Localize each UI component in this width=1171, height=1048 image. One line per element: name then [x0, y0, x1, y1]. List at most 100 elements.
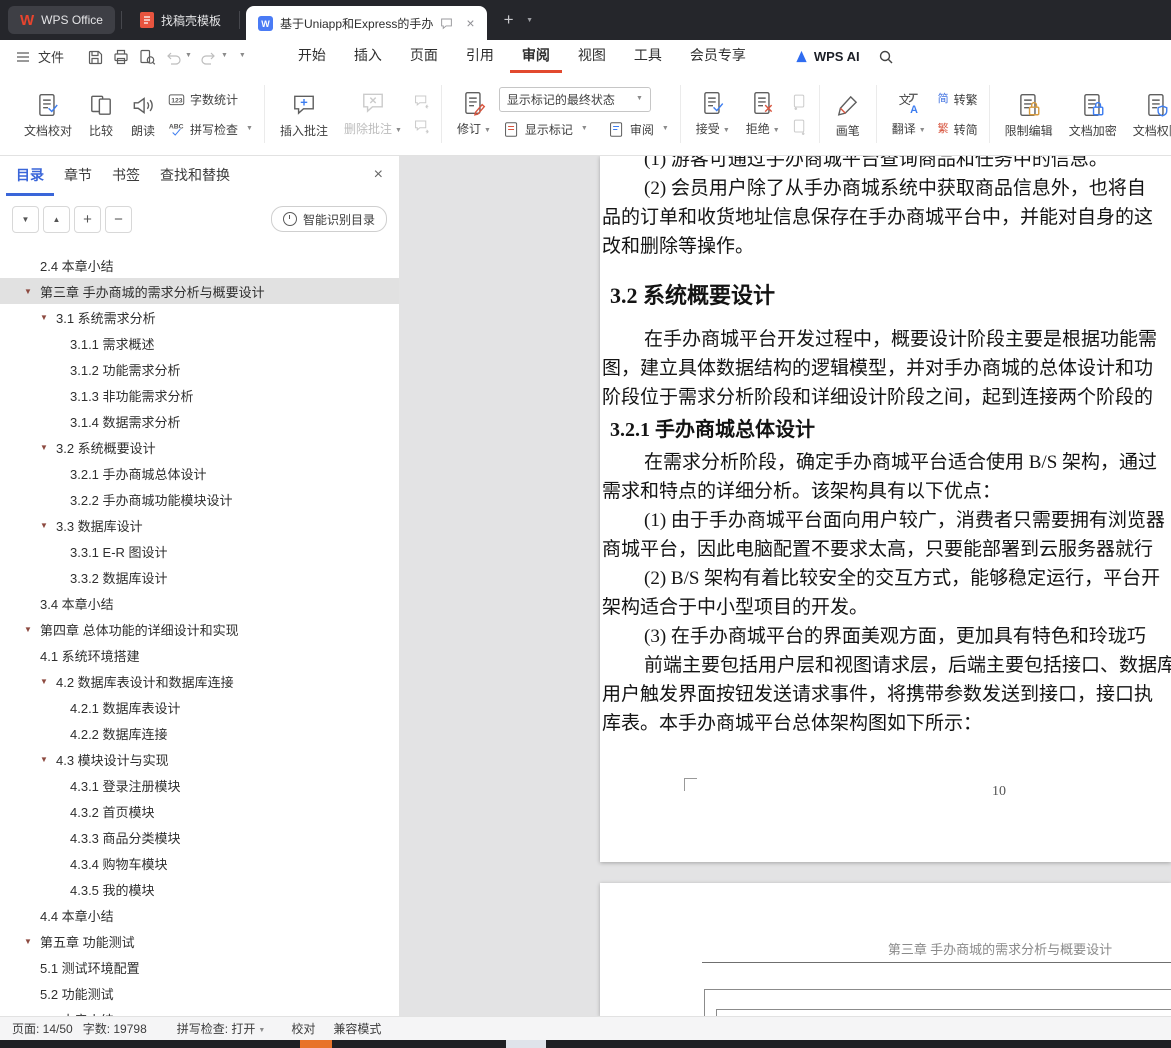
reject-revision-button[interactable]: 拒绝 — [738, 77, 788, 151]
toc-item[interactable]: 3.4 本章小结 — [0, 590, 399, 616]
next-revision-button[interactable] — [791, 118, 809, 136]
toc-item[interactable]: 3.3.2 数据库设计 — [0, 564, 399, 590]
expand-level-button[interactable] — [74, 205, 101, 233]
status-word-count[interactable]: 字数: 19798 — [83, 1020, 147, 1037]
save-button[interactable] — [86, 48, 104, 66]
to-simplified-button[interactable]: 繁 转简 — [934, 117, 982, 142]
compare-button[interactable]: 比较 — [80, 77, 122, 151]
tab-template-store[interactable]: 找稿壳模板 — [128, 6, 233, 34]
menu-tab-reference[interactable]: 引用 — [454, 40, 506, 73]
markup-state-dropdown[interactable]: 显示标记的最终状态 — [498, 86, 651, 112]
smart-toc-button[interactable]: 智能识别目录 — [270, 206, 387, 232]
pen-button[interactable]: 画笔 — [827, 77, 869, 151]
toc-item[interactable]: 3.3.1 E-R 图设计 — [0, 538, 399, 564]
redo-button[interactable] — [200, 48, 228, 66]
toc-item[interactable]: 2.4 本章小结 — [0, 252, 399, 278]
toc-item[interactable]: 5.1 测试环境配置 — [0, 954, 399, 980]
toc-item[interactable]: 4.2.2 数据库连接 — [0, 720, 399, 746]
print-button[interactable] — [112, 48, 130, 66]
show-markup-button[interactable]: 显示标记 — [499, 117, 592, 142]
close-pane-icon[interactable] — [374, 166, 383, 184]
toc-item[interactable]: 4.3.5 我的模块 — [0, 876, 399, 902]
track-changes-button[interactable]: 修订 — [449, 77, 499, 151]
close-tab-icon[interactable] — [466, 15, 474, 31]
restrict-editing-button[interactable]: 限制编辑 — [997, 77, 1061, 151]
wps-ai-button[interactable]: WPS AI — [794, 49, 860, 64]
toc-item[interactable]: 4.3 模块设计与实现 — [0, 746, 399, 772]
toc-item[interactable]: 5.3 本章小结 — [0, 1006, 399, 1017]
toc-item[interactable]: 3.2.2 手办商城功能模块设计 — [0, 486, 399, 512]
redo-caret-icon[interactable] — [221, 52, 228, 59]
status-spellcheck[interactable]: 拼写检查: 打开 — [177, 1020, 266, 1037]
taskbar-app-icon[interactable] — [506, 1040, 546, 1048]
nav-tab-find-replace[interactable]: 查找和替换 — [150, 156, 240, 196]
file-menu[interactable]: 文件 — [14, 47, 64, 66]
toc-collapse-icon[interactable] — [40, 677, 56, 686]
expand-all-button[interactable] — [43, 205, 70, 233]
toc-collapse-icon[interactable] — [40, 443, 56, 452]
read-aloud-button[interactable]: 朗读 — [122, 77, 164, 151]
word-count-button[interactable]: 123 字数统计 — [164, 87, 257, 112]
spell-check-button[interactable]: ABC 拼写检查 — [164, 117, 257, 142]
toc-collapse-icon[interactable] — [40, 313, 56, 322]
nav-tab-toc[interactable]: 目录 — [6, 156, 54, 196]
doc-permission-button[interactable]: 文档权限 — [1125, 77, 1171, 151]
undo-button[interactable] — [164, 48, 192, 66]
menu-tab-home[interactable]: 开始 — [286, 40, 338, 73]
tab-list-caret-icon[interactable] — [521, 8, 539, 32]
document-page-2[interactable]: 第三章 手办商城的需求分析与概要设计 — [600, 883, 1171, 1016]
toc-collapse-icon[interactable] — [24, 625, 40, 634]
toc-item[interactable]: 3.1.3 非功能需求分析 — [0, 382, 399, 408]
review-mode-button[interactable]: 审阅 — [604, 117, 673, 142]
toc-item[interactable]: 4.3.2 首页模块 — [0, 798, 399, 824]
nav-tab-bookmark[interactable]: 书签 — [102, 156, 150, 196]
toc-item[interactable]: 3.1.1 需求概述 — [0, 330, 399, 356]
toc-collapse-icon[interactable] — [24, 937, 40, 946]
status-proofread[interactable]: 校对 — [291, 1020, 315, 1037]
prev-revision-button[interactable] — [791, 93, 809, 111]
doc-proofread-button[interactable]: 文档校对 — [16, 77, 80, 151]
undo-caret-icon[interactable] — [185, 52, 192, 59]
comment-bubble-icon[interactable] — [440, 17, 453, 30]
toc-item[interactable]: 5.2 功能测试 — [0, 980, 399, 1006]
toc-item[interactable]: 3.1 系统需求分析 — [0, 304, 399, 330]
toc-item[interactable]: 第五章 功能测试 — [0, 928, 399, 954]
collapse-all-button[interactable] — [12, 205, 39, 233]
taskbar-app-icon[interactable] — [300, 1040, 332, 1048]
new-tab-button[interactable] — [497, 8, 521, 32]
toc-item[interactable]: 4.3.1 登录注册模块 — [0, 772, 399, 798]
menu-tab-page[interactable]: 页面 — [398, 40, 450, 73]
delete-comment-button[interactable]: 删除批注 — [336, 77, 410, 151]
status-page-count[interactable]: 页面: 14/50 — [12, 1020, 73, 1037]
customize-toolbar-caret-icon[interactable] — [239, 52, 246, 59]
nav-tab-chapter[interactable]: 章节 — [54, 156, 102, 196]
tab-wps-office[interactable]: W WPS Office — [8, 6, 115, 34]
menu-tab-tools[interactable]: 工具 — [622, 40, 674, 73]
toc-item[interactable]: 4.2 数据库表设计和数据库连接 — [0, 668, 399, 694]
toc-collapse-icon[interactable] — [24, 287, 40, 296]
toc-item[interactable]: 3.2 系统概要设计 — [0, 434, 399, 460]
toc-item[interactable]: 3.2.1 手办商城总体设计 — [0, 460, 399, 486]
to-traditional-button[interactable]: 简 转繁 — [934, 87, 982, 112]
prev-comment-button[interactable] — [413, 93, 431, 111]
menu-tab-review[interactable]: 审阅 — [509, 40, 562, 73]
document-canvas[interactable]: (1) 游客可通过手办商城平台查询商品和任务中的信息。 (2) 会员用户除了从手办… — [400, 156, 1171, 1016]
search-button[interactable] — [878, 49, 894, 65]
toc-item[interactable]: 4.3.4 购物车模块 — [0, 850, 399, 876]
accept-revision-button[interactable]: 接受 — [688, 77, 738, 151]
menu-tab-member[interactable]: 会员专享 — [678, 40, 758, 73]
toc-item[interactable]: 4.3.3 商品分类模块 — [0, 824, 399, 850]
tab-current-doc[interactable]: W 基于Uniapp和Express的手办 — [245, 6, 487, 40]
toc-item[interactable]: 3.3 数据库设计 — [0, 512, 399, 538]
document-page-1[interactable]: (1) 游客可通过手办商城平台查询商品和任务中的信息。 (2) 会员用户除了从手办… — [600, 156, 1171, 862]
toc-item[interactable]: 第三章 手办商城的需求分析与概要设计 — [0, 278, 399, 304]
next-comment-button[interactable] — [413, 118, 431, 136]
insert-comment-button[interactable]: 插入批注 — [272, 77, 336, 151]
print-preview-button[interactable] — [138, 48, 156, 66]
menu-tab-view[interactable]: 视图 — [566, 40, 618, 73]
toc-item[interactable]: 4.4 本章小结 — [0, 902, 399, 928]
toc-item[interactable]: 第四章 总体功能的详细设计和实现 — [0, 616, 399, 642]
toc-collapse-icon[interactable] — [40, 755, 56, 764]
menu-tab-insert[interactable]: 插入 — [342, 40, 394, 73]
toc-collapse-icon[interactable] — [40, 521, 56, 530]
